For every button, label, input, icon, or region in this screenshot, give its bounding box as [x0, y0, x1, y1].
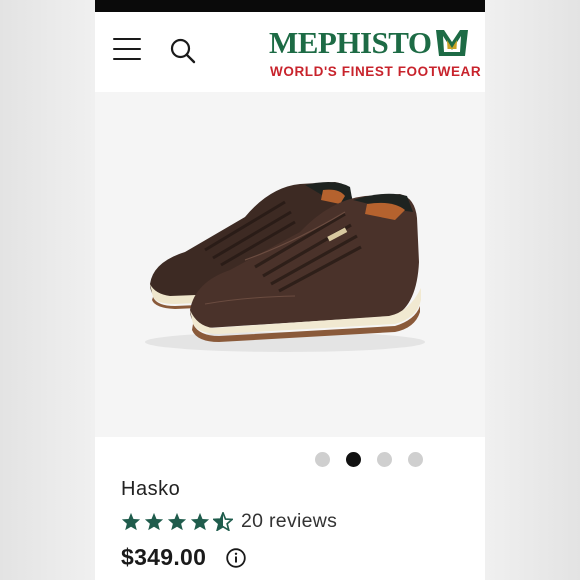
star-half-icon [213, 511, 233, 531]
background-left [0, 0, 95, 580]
star-full-icon [167, 512, 187, 530]
carousel-dot-1[interactable] [315, 452, 330, 467]
star-full-icon [121, 512, 141, 530]
carousel-dot-4[interactable] [408, 452, 423, 467]
star-rating [121, 511, 233, 531]
brand-m-emblem-icon [435, 28, 469, 58]
mobile-product-page: MEPHISTO WORLD'S FINEST FOOTWEAR Hasko 2… [95, 0, 485, 580]
product-image-shoes [145, 181, 425, 352]
status-bar [95, 0, 485, 12]
carousel-dot-3[interactable] [377, 452, 392, 467]
brand-logo[interactable]: MEPHISTO WORLD'S FINEST FOOTWEAR [269, 25, 481, 82]
product-price: $349.00 [121, 544, 207, 570]
hamburger-menu-icon[interactable] [113, 38, 141, 62]
reviews-link[interactable]: 20 reviews [241, 510, 337, 533]
site-header: MEPHISTO WORLD'S FINEST FOOTWEAR [95, 12, 485, 92]
product-info: Hasko 20 reviews $349.00 [121, 478, 461, 571]
product-name: Hasko [121, 478, 181, 500]
star-full-icon [190, 512, 210, 530]
carousel-pagination [315, 452, 423, 467]
background-right [485, 0, 580, 580]
info-icon[interactable] [226, 547, 246, 568]
rating-row: 20 reviews [121, 510, 461, 532]
carousel-dot-2[interactable] [346, 452, 361, 467]
price-row: $349.00 [121, 544, 461, 571]
search-icon[interactable] [169, 37, 197, 65]
product-image-carousel[interactable] [95, 92, 485, 437]
star-full-icon [144, 512, 164, 530]
brand-tagline: WORLD'S FINEST FOOTWEAR [270, 64, 482, 79]
brand-name: MEPHISTO [269, 25, 432, 60]
